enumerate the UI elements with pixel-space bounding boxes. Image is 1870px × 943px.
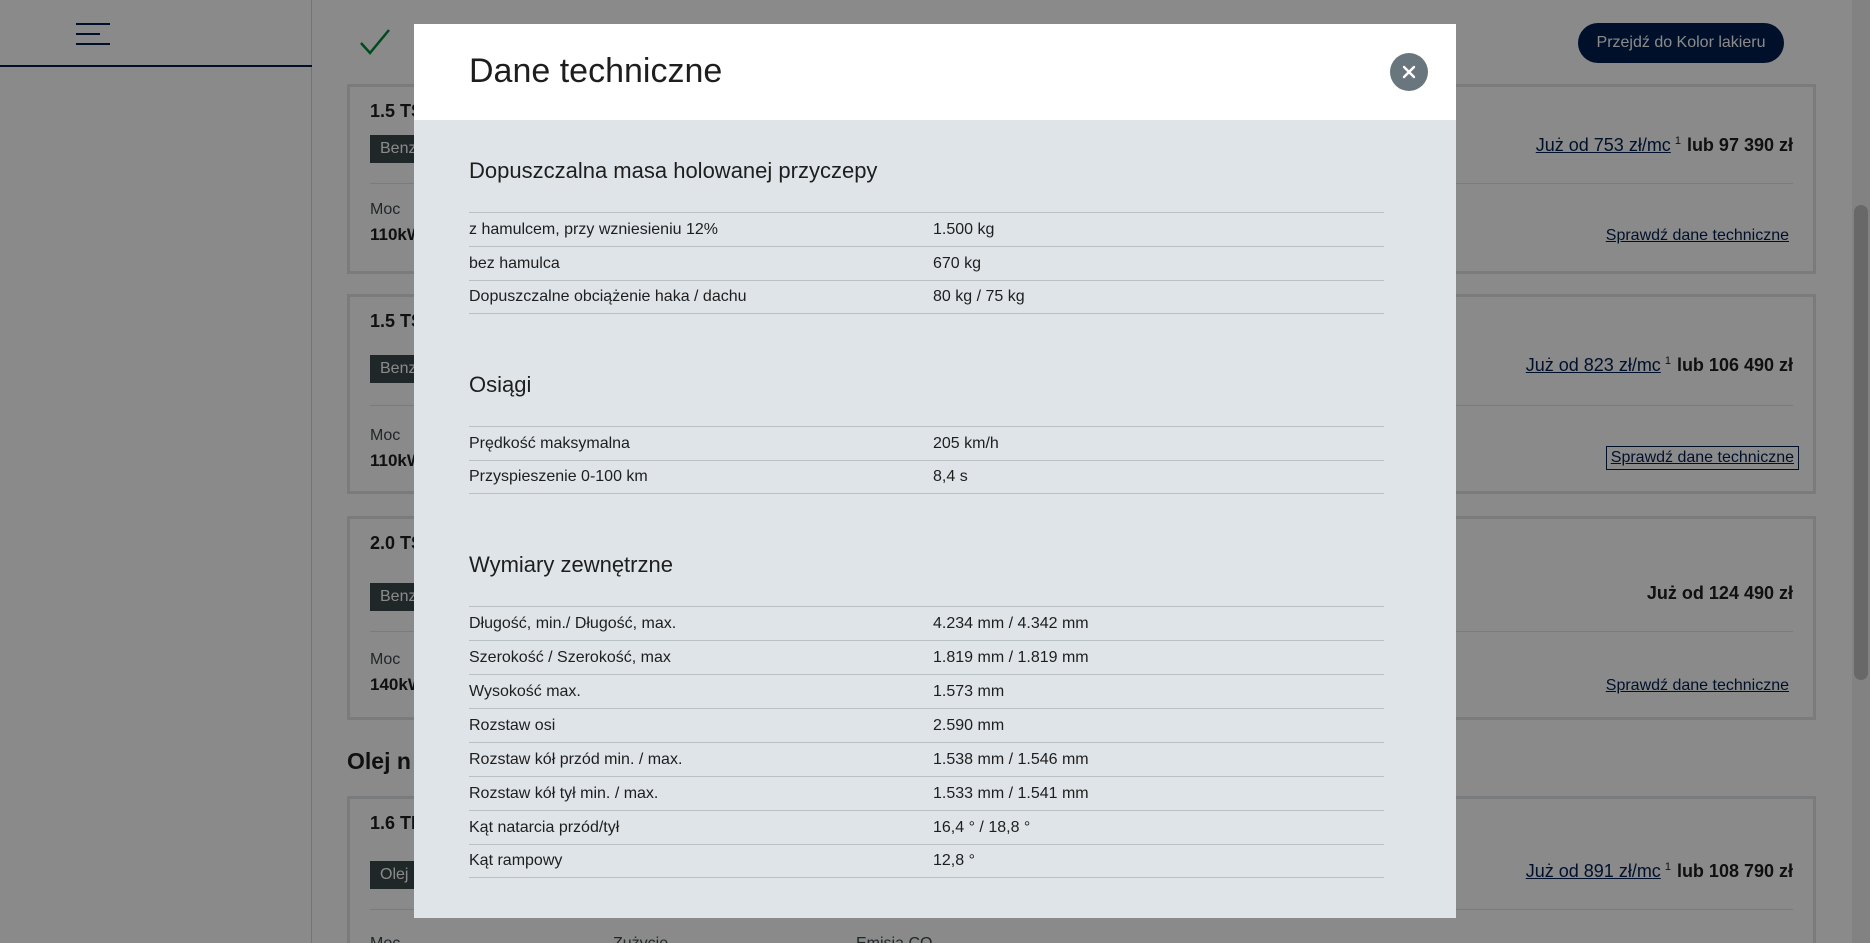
spec-section-exterior-dimensions: Wymiary zewnętrzne Długość, min./ Długoś… — [469, 552, 1384, 878]
spec-label: Wysokość max. — [469, 682, 581, 700]
spec-row: bez hamulca 670 kg — [469, 246, 1384, 280]
modal-title: Dane techniczne — [469, 52, 723, 90]
spec-label: bez hamulca — [469, 254, 560, 272]
section-heading: Osiągi — [469, 372, 532, 397]
spec-value: 1.573 mm — [933, 682, 1005, 700]
spec-row: Rozstaw kół przód min. / max. 1.538 mm / … — [469, 742, 1384, 776]
spec-value: 1.819 mm / 1.819 mm — [933, 648, 1089, 666]
spec-row: Długość, min./ Długość, max. 4.234 mm / 4… — [469, 606, 1384, 640]
spec-label: Kąt natarcia przód/tył — [469, 818, 620, 836]
spec-table: z hamulcem, przy wzniesieniu 12% 1.500 kg… — [469, 212, 1384, 314]
spec-row: Rozstaw kół tył min. / max. 1.533 mm / 1.… — [469, 776, 1384, 810]
spec-value: 4.234 mm / 4.342 mm — [933, 614, 1089, 632]
spec-table: Długość, min./ Długość, max. 4.234 mm / 4… — [469, 606, 1384, 878]
spec-label: Rozstaw kół przód min. / max. — [469, 750, 683, 768]
spec-section-trailer: Dopuszczalna masa holowanej przyczepy z … — [469, 158, 1384, 314]
spec-value: 80 kg / 75 kg — [933, 288, 1025, 305]
spec-label: Szerokość / Szerokość, max — [469, 648, 671, 666]
spec-value: 12,8 ° — [933, 852, 975, 869]
spec-label: Dopuszczalne obciążenie haka / dachu — [469, 288, 747, 305]
spec-row: Dopuszczalne obciążenie haka / dachu 80 k… — [469, 280, 1384, 314]
spec-value: 8,4 s — [933, 468, 968, 485]
spec-value: 1.538 mm / 1.546 mm — [933, 750, 1089, 768]
spec-row: Szerokość / Szerokość, max 1.819 mm / 1.8… — [469, 640, 1384, 674]
modal-body: Dopuszczalna masa holowanej przyczepy z … — [469, 120, 1384, 878]
modal-header: Dane techniczne — [414, 24, 1456, 120]
spec-label: z hamulcem, przy wzniesieniu 12% — [469, 220, 718, 238]
spec-row: Wysokość max. 1.573 mm — [469, 674, 1384, 708]
spec-row: z hamulcem, przy wzniesieniu 12% 1.500 kg — [469, 212, 1384, 246]
spec-section-performance: Osiągi Prędkość maksymalna 205 km/h Przys… — [469, 372, 1384, 494]
spec-label: Kąt rampowy — [469, 852, 563, 869]
spec-row: Kąt rampowy 12,8 ° — [469, 844, 1384, 878]
spec-table: Prędkość maksymalna 205 km/h Przyspieszen… — [469, 426, 1384, 494]
spec-label: Prędkość maksymalna — [469, 434, 630, 452]
spec-value: 1.533 mm / 1.541 mm — [933, 784, 1089, 802]
spec-value: 2.590 mm — [933, 716, 1005, 734]
spec-row: Przyspieszenie 0-100 km 8,4 s — [469, 460, 1384, 494]
spec-value: 670 kg — [933, 254, 982, 272]
spec-row: Kąt natarcia przód/tył 16,4 ° / 18,8 ° — [469, 810, 1384, 844]
spec-label: Przyspieszenie 0-100 km — [469, 468, 648, 485]
spec-value: 205 km/h — [933, 434, 999, 452]
spec-label: Rozstaw osi — [469, 716, 556, 734]
section-heading: Dopuszczalna masa holowanej przyczepy — [469, 158, 878, 183]
section-heading: Wymiary zewnętrzne — [469, 552, 673, 577]
close-button[interactable] — [1390, 53, 1428, 91]
spec-row: Prędkość maksymalna 205 km/h — [469, 426, 1384, 460]
spec-row: Rozstaw osi 2.590 mm — [469, 708, 1384, 742]
close-icon — [1402, 65, 1416, 79]
spec-label: Długość, min./ Długość, max. — [469, 614, 677, 632]
technical-data-modal: Dane techniczne Dopuszczalna masa holowa… — [414, 24, 1456, 918]
spec-label: Rozstaw kół tył min. / max. — [469, 784, 659, 802]
spec-value: 1.500 kg — [933, 220, 995, 238]
spec-value: 16,4 ° / 18,8 ° — [933, 818, 1031, 836]
